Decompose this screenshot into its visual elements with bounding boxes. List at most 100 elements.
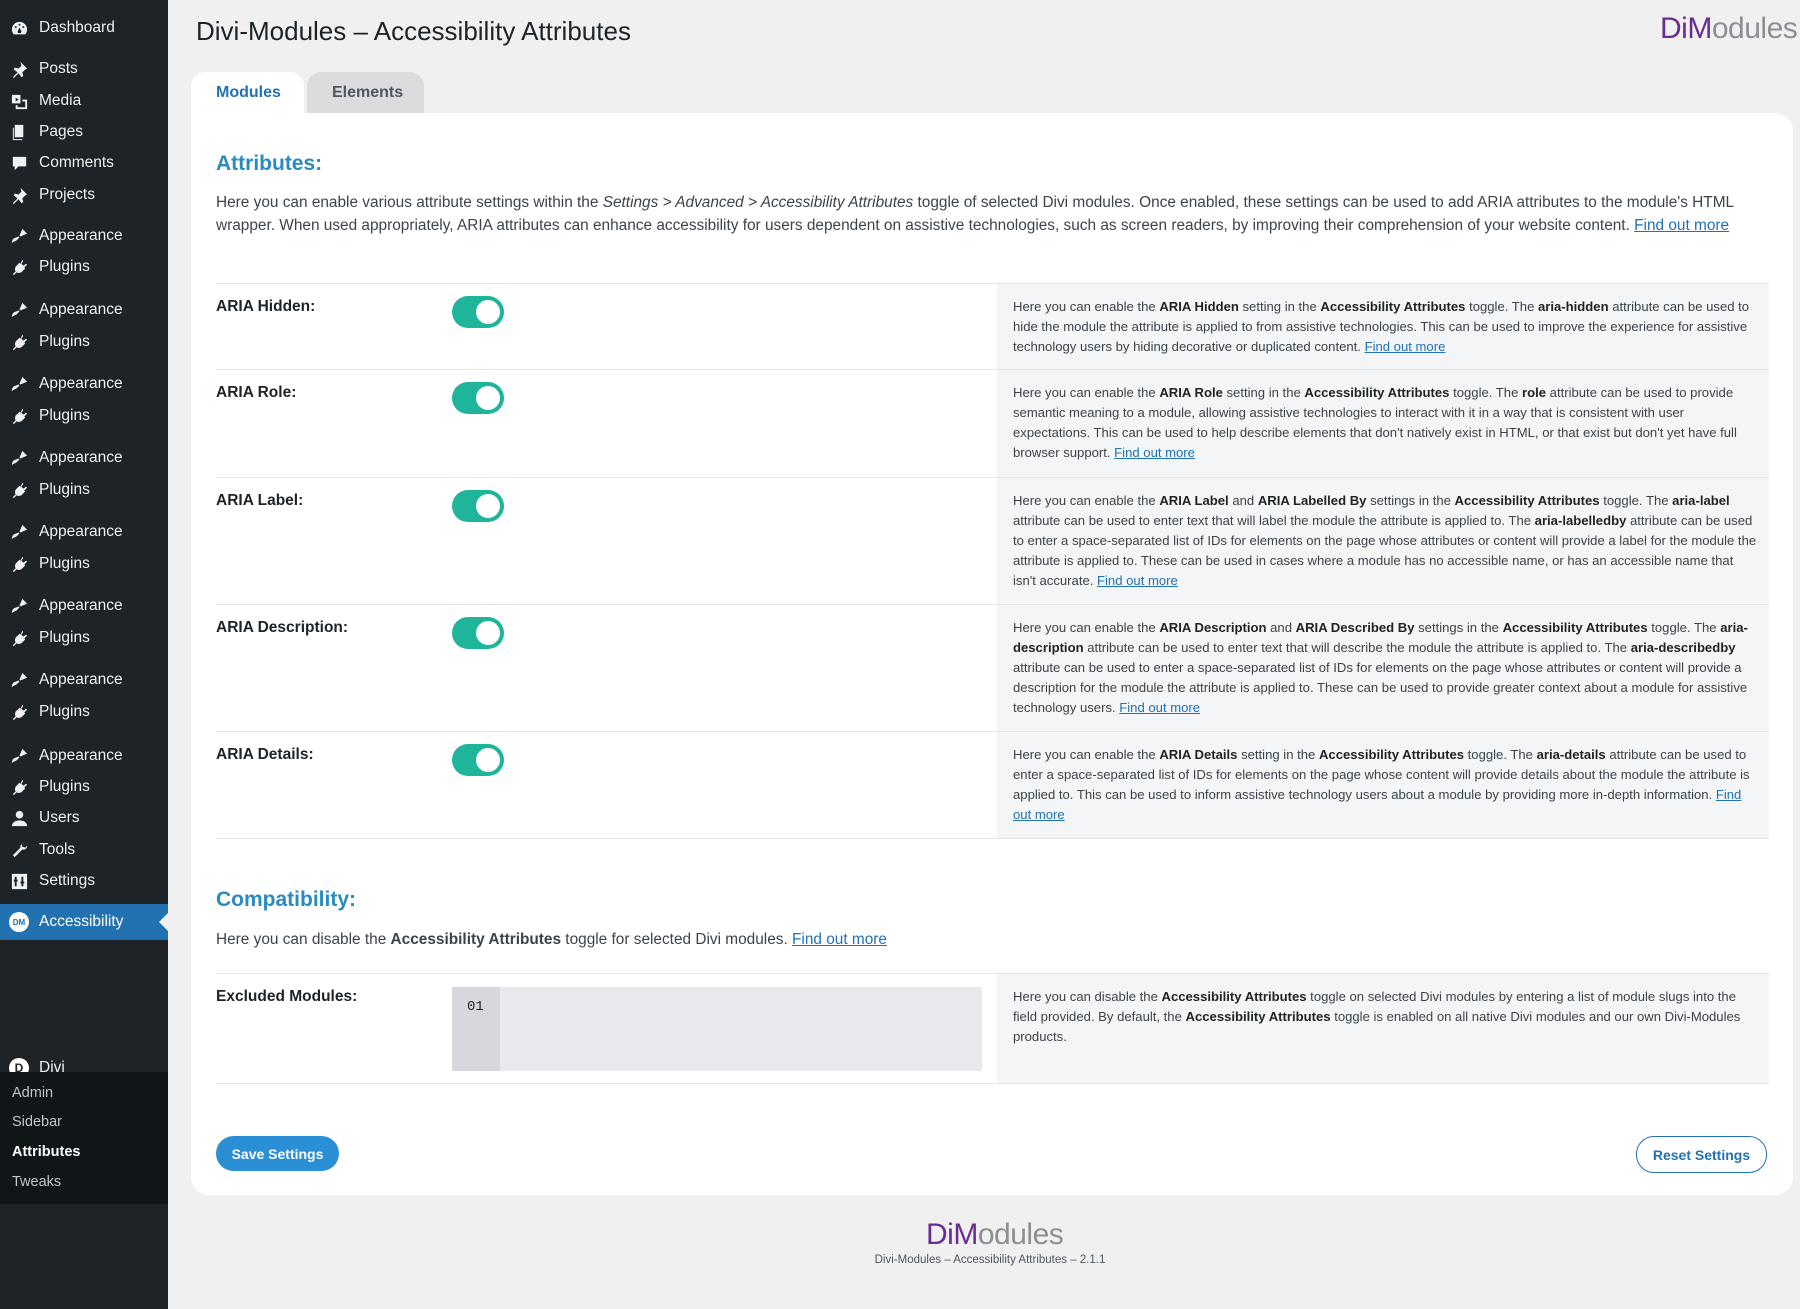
sidebar-item-label: Settings [39,872,96,889]
accessibility-submenu: Admin Sidebar Attributes Tweaks [0,1072,168,1204]
bold-term: ARIA Role [1159,385,1223,400]
aria-label-description: Here you can enable the ARIA Label and A… [1013,493,1757,588]
comment-icon [9,153,29,173]
brush-icon [9,300,29,320]
find-out-more-link[interactable]: Find out more [1119,700,1200,715]
reset-settings-button[interactable]: Reset Settings [1636,1136,1767,1173]
bold-term: Accessibility Attributes [1502,620,1648,635]
aria-role-toggle[interactable] [452,382,504,414]
wrench-icon [9,840,29,860]
tab-elements[interactable]: Elements [307,72,424,113]
sidebar-item-label: Projects [39,186,95,203]
sidebar-item-plugins[interactable]: Plugins [0,249,168,285]
submenu-item-attributes[interactable]: Attributes [12,1144,80,1160]
find-out-more-link[interactable]: Find out more [792,931,887,948]
pin-icon [9,185,29,205]
sidebar-item-appearance[interactable]: Appearance [0,662,168,698]
aria-details-row: ARIA Details: Here you can enable the ARI… [216,731,1769,838]
bold-term: ARIA Described By [1295,620,1415,635]
find-out-more-link[interactable]: Find out more [1634,217,1729,234]
sidebar-item-label: Dashboard [39,19,115,36]
sidebar-item-label: Plugins [39,481,90,498]
sidebar-item-accessibility[interactable]: DM Accessibility [0,904,168,940]
sidebar-item-comments[interactable]: Comments [0,145,168,181]
toggle-knob [476,494,500,518]
aria-details-toggle[interactable] [452,744,504,776]
sidebar-item-appearance[interactable]: Appearance [0,514,168,550]
description-box: Here you can enable the ARIA Role settin… [997,370,1769,477]
divider [216,1083,1769,1084]
bold-term: ARIA Label [1159,493,1229,508]
sidebar-item-appearance[interactable]: Appearance [0,440,168,476]
page-title: Divi-Modules – Accessibility Attributes [196,16,631,46]
sidebar-item-plugins[interactable]: Plugins [0,472,168,508]
sidebar-item-plugins[interactable]: Plugins [0,398,168,434]
excluded-modules-description: Here you can disable the Accessibility A… [1013,989,1741,1044]
sidebar-item-label: Appearance [39,301,123,318]
brush-icon [9,522,29,542]
find-out-more-link[interactable]: Find out more [1013,787,1741,822]
find-out-more-link[interactable]: Find out more [1365,339,1446,354]
bold-term: Accessibility Attributes [1318,747,1465,762]
bold-term: aria-labelledby [1534,513,1627,528]
compatibility-title: Compatibility: [216,888,356,911]
brush-icon [9,670,29,690]
user-icon [9,808,29,828]
sidebar-item-label: Plugins [39,258,90,275]
excluded-modules-row: Excluded Modules: 01 Here you can disabl… [216,973,1769,1083]
bold-term: Accessibility Attributes [1320,299,1466,314]
bold-term: ARIA Details [1159,747,1238,762]
sidebar-item-projects[interactable]: Projects [0,177,168,213]
submenu-item-tweaks[interactable]: Tweaks [12,1174,61,1190]
aria-hidden-label: ARIA Hidden: [216,298,316,315]
brush-icon [9,374,29,394]
find-out-more-link[interactable]: Find out more [1097,573,1178,588]
plug-icon [9,332,29,352]
aria-description-toggle[interactable] [452,617,504,649]
sidebar-item-label: Comments [39,154,114,171]
plug-icon [9,554,29,574]
sidebar-item-plugins[interactable]: Plugins [0,620,168,656]
excluded-modules-label: Excluded Modules: [216,988,358,1005]
description-box: Here you can enable the ARIA Label and A… [997,478,1769,604]
sidebar-item-label: Appearance [39,671,123,688]
sidebar-item-posts[interactable]: Posts [0,51,168,87]
aria-label-label: ARIA Label: [216,492,304,509]
save-settings-button[interactable]: Save Settings [216,1136,339,1171]
sidebar-item-settings[interactable]: Settings [0,863,168,899]
sidebar-item-users[interactable]: Users [0,800,168,836]
aria-hidden-row: ARIA Hidden: Here you can enable the ARIA… [216,283,1769,369]
aria-hidden-toggle[interactable] [452,296,504,328]
brush-icon [9,746,29,766]
excluded-modules-input[interactable]: 01 [452,987,982,1071]
sidebar-item-plugins[interactable]: Plugins [0,324,168,360]
tab-modules[interactable]: Modules [191,72,304,113]
brush-icon [9,596,29,616]
find-out-more-link[interactable]: Find out more [1114,445,1195,460]
aria-label-toggle[interactable] [452,490,504,522]
sidebar-item-label: Appearance [39,523,123,540]
sidebar-item-dashboard[interactable]: Dashboard [0,10,168,46]
sidebar-item-appearance[interactable]: Appearance [0,292,168,328]
submenu-item-sidebar[interactable]: Sidebar [12,1114,62,1130]
compatibility-intro: Here you can disable the Accessibility A… [216,931,887,948]
sidebar-item-plugins[interactable]: Plugins [0,694,168,730]
toggle-knob [476,386,500,410]
toggle-knob [476,300,500,324]
submenu-item-admin[interactable]: Admin [12,1085,53,1101]
sidebar-item-appearance[interactable]: Appearance [0,588,168,624]
dashboard-icon [9,18,29,38]
divider [216,838,1769,839]
aria-description-row: ARIA Description: Here you can enable the… [216,604,1769,731]
plug-icon [9,628,29,648]
sidebar-item-plugins[interactable]: Plugins [0,546,168,582]
bold-term: aria-details [1536,747,1606,762]
pages-icon [9,122,29,142]
line-number: 01 [452,987,500,1071]
description-box: Here you can enable the ARIA Details set… [997,732,1769,838]
brush-icon [9,226,29,246]
bold-term: ARIA Hidden [1159,299,1239,314]
sidebar-item-label: Plugins [39,778,90,795]
sidebar-item-appearance[interactable]: Appearance [0,366,168,402]
bold-term: aria-label [1672,493,1730,508]
